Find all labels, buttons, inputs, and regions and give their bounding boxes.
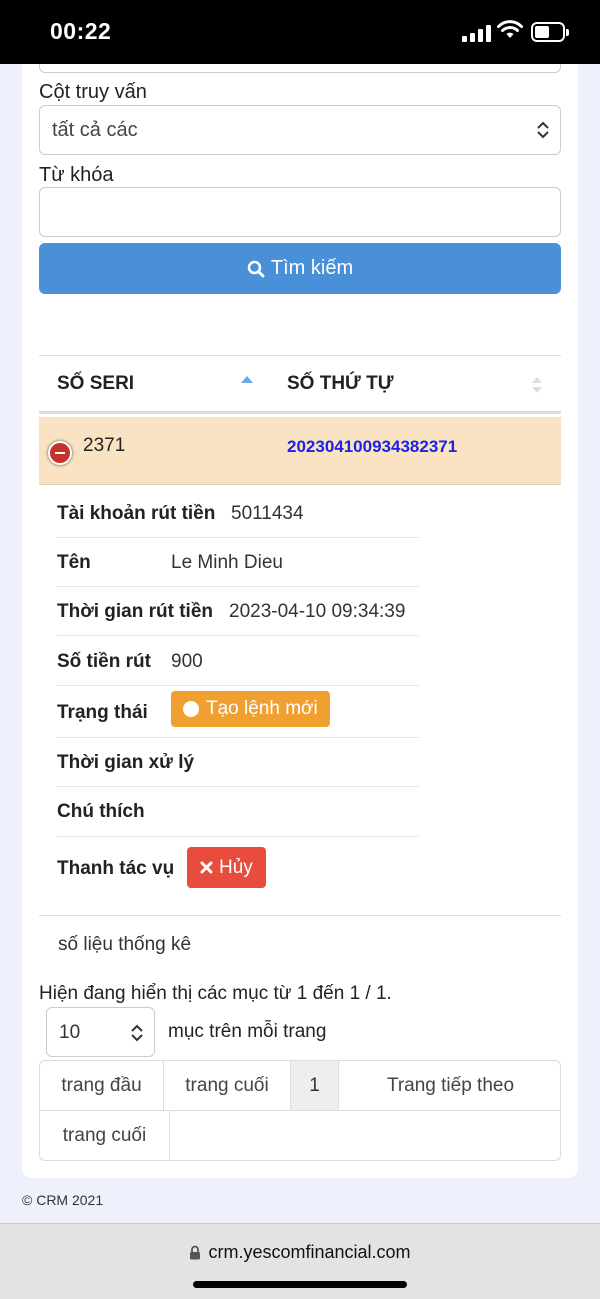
- detail-note: Chú thích: [57, 787, 419, 837]
- query-column-select[interactable]: tất cả các: [39, 105, 561, 155]
- showing-entries-text: Hiện đang hiển thị các mục từ 1 đến 1 / …: [39, 983, 392, 1004]
- pagination-page-1[interactable]: 1: [291, 1061, 339, 1111]
- battery-icon: [531, 22, 569, 42]
- status-badge: Tạo lệnh mới: [171, 691, 330, 727]
- per-page-select[interactable]: 10: [46, 1007, 155, 1057]
- search-button[interactable]: Tìm kiếm: [39, 243, 561, 294]
- per-page-label: mục trên mỗi trang: [168, 1021, 327, 1042]
- cellular-signal-icon: [462, 24, 491, 42]
- column-header-order[interactable]: SỐ THỨ TỰ: [287, 373, 393, 395]
- close-icon: [200, 861, 213, 874]
- row-seri: 2371: [83, 435, 126, 456]
- select-updown-icon: [131, 1024, 143, 1042]
- detail-key: Thời gian rút tiền: [57, 601, 213, 622]
- detail-process-time: Thời gian xử lý: [57, 738, 419, 787]
- cancel-button-label: Hủy: [219, 856, 253, 878]
- pagination-first[interactable]: trang đầu: [40, 1061, 164, 1111]
- lock-icon: [190, 1245, 201, 1260]
- detail-value: Le Minh Dieu: [171, 552, 283, 573]
- detail-key: Thời gian xử lý: [57, 752, 195, 773]
- query-column-label: Cột truy vấn: [39, 81, 147, 103]
- search-button-label: Tìm kiếm: [270, 257, 354, 279]
- url-display[interactable]: crm.yescomfinancial.com: [0, 1242, 600, 1263]
- detail-value: 5011434: [231, 503, 304, 524]
- detail-key: Số tiền rút: [57, 651, 151, 672]
- detail-key: Chú thích: [57, 801, 145, 822]
- url-text: crm.yescomfinancial.com: [208, 1242, 411, 1262]
- detail-key: Tài khoản rút tiền: [57, 503, 216, 524]
- statistics-label: số liệu thống kê: [58, 934, 192, 955]
- collapse-row-icon[interactable]: [48, 441, 72, 465]
- pagination-last[interactable]: trang cuối: [164, 1061, 291, 1111]
- detail-value: 2023-04-10 09:34:39: [229, 601, 406, 622]
- table-row[interactable]: 2371 20230410093438237​1: [39, 417, 561, 485]
- main-card: Cột truy vấn tất cả các Từ khóa Tìm kiếm…: [22, 64, 578, 1178]
- search-icon: [247, 260, 265, 277]
- row-order-number[interactable]: 20230410093438237​1: [287, 437, 457, 457]
- detail-withdraw-account: Tài khoản rút tiền 5011434: [57, 489, 419, 538]
- divider: [39, 915, 561, 916]
- detail-key: Thanh tác vụ: [57, 858, 175, 879]
- wifi-icon: [497, 20, 523, 38]
- column-header-seri[interactable]: SỐ SERI: [57, 373, 134, 395]
- detail-name: Tên Le Minh Dieu: [57, 538, 419, 587]
- pagination-next[interactable]: Trang tiếp theo: [339, 1061, 560, 1111]
- status-dot-icon: [183, 701, 199, 717]
- status-badge-label: Tạo lệnh mới: [206, 698, 318, 719]
- table-header: SỐ SERI SỐ THỨ TỰ: [39, 355, 561, 414]
- select-updown-icon: [537, 121, 549, 139]
- detail-withdraw-time: Thời gian rút tiền 2023-04-10 09:34:39: [57, 587, 419, 636]
- status-bar: 00:22: [0, 0, 600, 64]
- detail-key: Trạng thái: [57, 702, 148, 723]
- detail-actions: Thanh tác vụ Hủy: [57, 837, 419, 897]
- keyword-label: Từ khóa: [39, 164, 114, 186]
- cancel-button[interactable]: Hủy: [187, 847, 266, 888]
- sort-both-icon[interactable]: [531, 376, 543, 394]
- footer-copyright: © CRM 2021: [22, 1192, 104, 1208]
- status-time: 00:22: [50, 18, 112, 44]
- detail-key: Tên: [57, 552, 91, 573]
- detail-withdraw-amount: Số tiền rút 900: [57, 636, 419, 686]
- keyword-input[interactable]: [39, 187, 561, 237]
- sort-asc-icon[interactable]: [241, 376, 253, 383]
- detail-status: Trạng thái Tạo lệnh mới: [57, 686, 419, 738]
- previous-field-edge: [39, 64, 561, 73]
- per-page-value: 10: [59, 1022, 81, 1043]
- pagination-last-2[interactable]: trang cuối: [40, 1111, 170, 1160]
- browser-url-bar[interactable]: crm.yescomfinancial.com: [0, 1223, 600, 1299]
- query-column-value: tất cả các: [52, 119, 138, 141]
- detail-value: 900: [171, 651, 203, 672]
- pagination: trang đầu trang cuối 1 Trang tiếp theo t…: [39, 1060, 561, 1161]
- home-indicator[interactable]: [193, 1281, 407, 1288]
